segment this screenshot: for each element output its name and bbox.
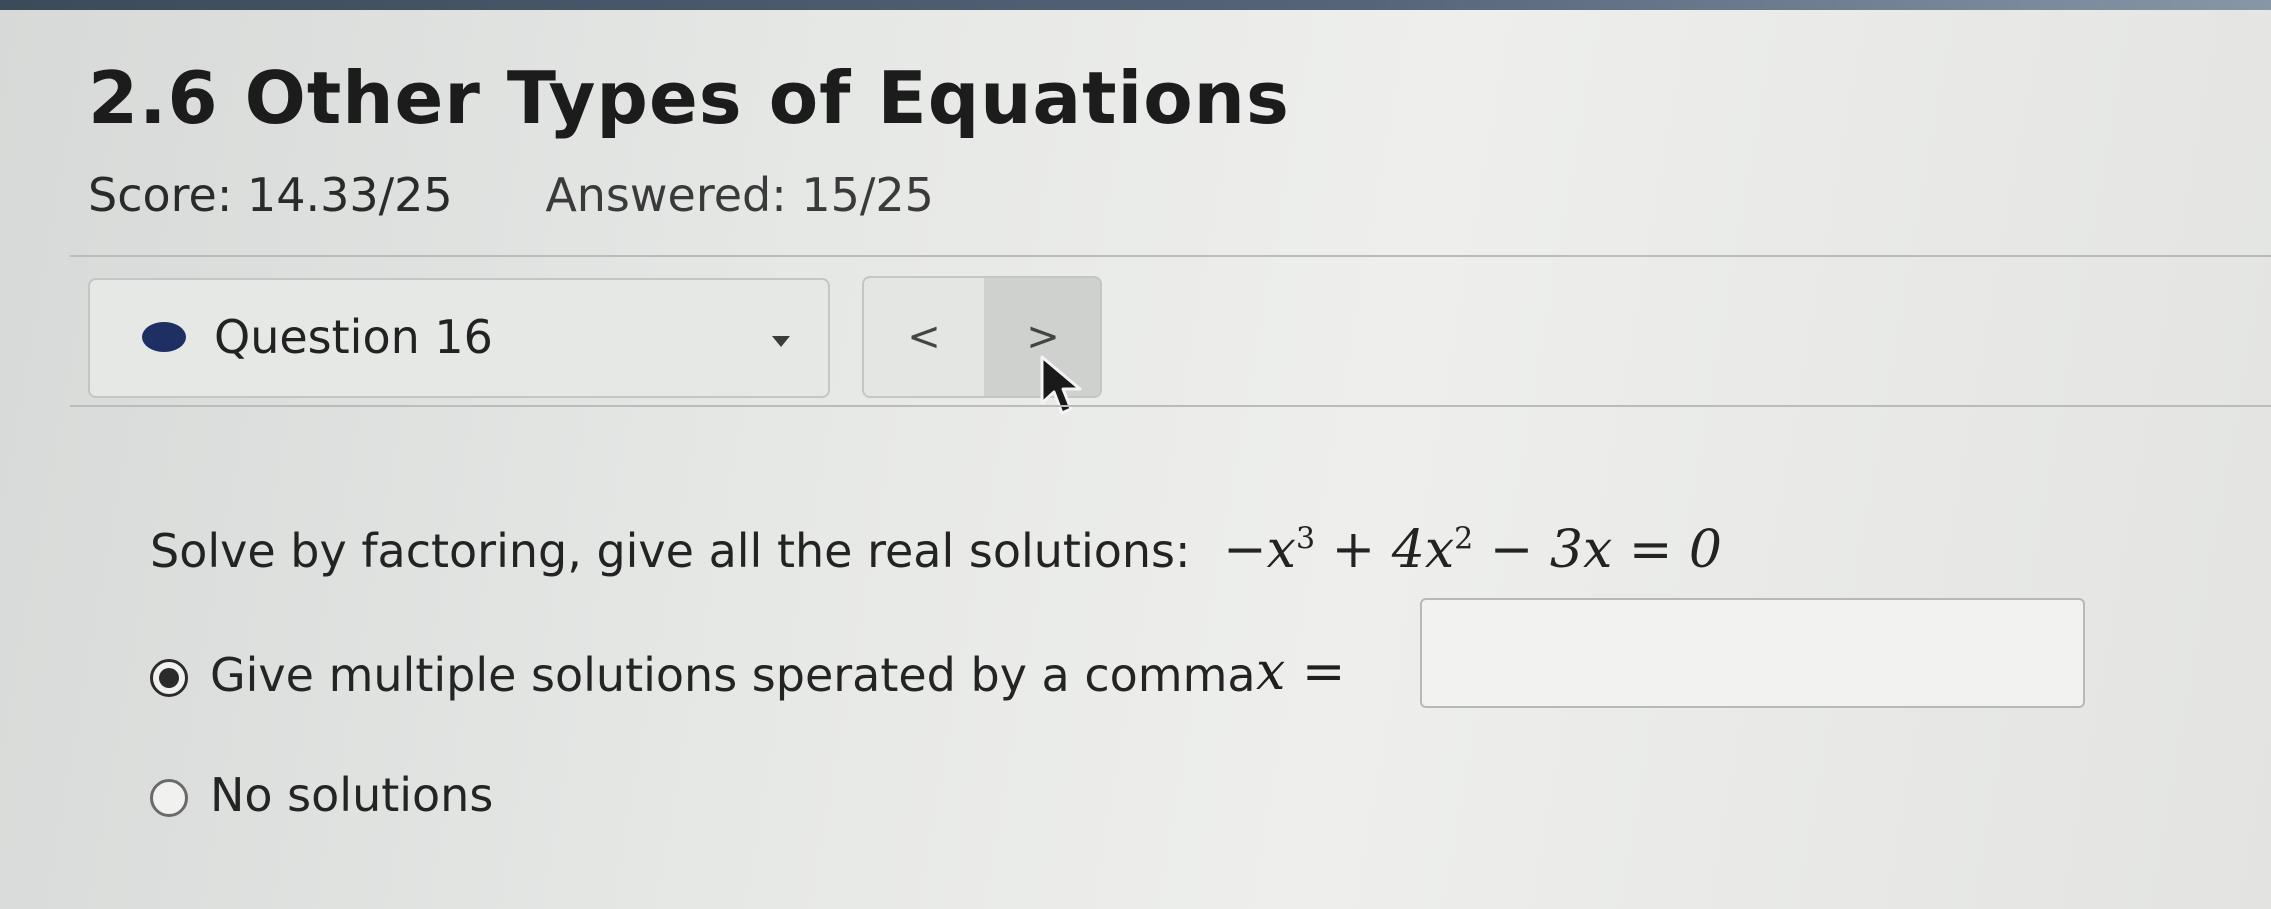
option-no-solutions-label: No solutions xyxy=(210,768,494,822)
score-summary: Score: 14.33/25 Answered: 15/25 xyxy=(88,168,934,222)
divider-bottom xyxy=(70,405,2271,407)
caret-down-icon xyxy=(772,336,790,347)
chevron-left-icon: < xyxy=(907,314,941,360)
radio-selected-icon[interactable] xyxy=(150,659,188,697)
radio-unselected-icon[interactable] xyxy=(150,779,188,817)
assignment-title: 2.6 Other Types of Equations xyxy=(88,56,1290,140)
question-prompt: Solve by factoring, give all the real so… xyxy=(150,520,1722,580)
equation-term-rest: − 3x = 0 xyxy=(1473,520,1723,580)
page: 2.6 Other Types of Equations Score: 14.3… xyxy=(0,0,2271,909)
equation-exponent-2: 2 xyxy=(1454,521,1474,557)
option-no-solutions[interactable]: No solutions xyxy=(150,768,493,822)
mouse-pointer-icon xyxy=(1040,355,1082,415)
question-status-dot-icon xyxy=(142,322,186,352)
previous-question-button[interactable]: < xyxy=(864,278,984,396)
chevron-right-icon: > xyxy=(1026,314,1060,360)
equation-exponent-3: 3 xyxy=(1296,521,1316,557)
question-selector-label: Question 16 xyxy=(214,310,493,364)
option-multiple-solutions-label: Give multiple solutions sperated by a co… xyxy=(210,648,1256,702)
answer-prefix: x = xyxy=(1256,642,1346,702)
option-multiple-solutions[interactable]: Give multiple solutions sperated by a co… xyxy=(150,648,1256,702)
score-text: Score: 14.33/25 xyxy=(88,168,453,222)
question-selector[interactable]: Question 16 xyxy=(88,278,830,398)
divider-top xyxy=(70,255,2271,257)
equation: −x3 + 4x2 − 3x = 0 xyxy=(1223,520,1722,580)
equation-term-2: + 4x xyxy=(1315,520,1455,580)
equation-term-1: −x xyxy=(1223,520,1297,580)
question-prompt-text: Solve by factoring, give all the real so… xyxy=(150,524,1191,578)
answer-input[interactable] xyxy=(1420,598,2085,708)
browser-top-strip xyxy=(0,0,2271,10)
answered-text: Answered: 15/25 xyxy=(545,168,934,222)
